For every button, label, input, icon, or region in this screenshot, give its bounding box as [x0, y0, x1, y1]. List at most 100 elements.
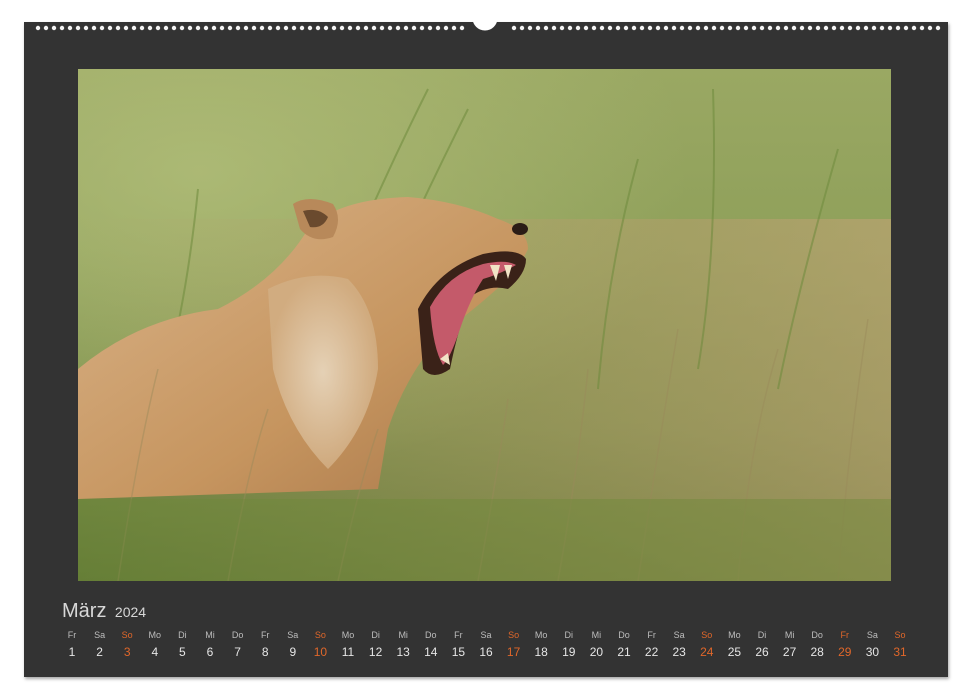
calendar-day: So 31 [886, 628, 914, 662]
calendar-day: Mo 25 [720, 628, 748, 662]
weekday-label: Sa [673, 630, 685, 640]
calendar-day: Mo 11 [334, 628, 362, 662]
day-number: 17 [506, 645, 521, 659]
binding-hole [107, 25, 113, 31]
binding-hole [767, 25, 773, 31]
weekday-label: Fr [67, 630, 77, 640]
calendar-day: Mo 18 [527, 628, 555, 662]
binding-hole [227, 25, 233, 31]
weekday-label: Mi [784, 630, 795, 640]
weekday-label: Sa [866, 630, 878, 640]
binding-hole [387, 25, 393, 31]
binding-hole [887, 25, 893, 31]
day-number: 24 [700, 645, 714, 659]
lioness-photo [78, 69, 891, 581]
binding-hole [187, 25, 193, 31]
binding-hole [807, 25, 813, 31]
binding-hole [639, 25, 645, 31]
binding-hole [895, 25, 901, 31]
day-number: 16 [479, 645, 493, 659]
binding-hole [411, 25, 417, 31]
day-number: 20 [589, 645, 604, 659]
binding-hole [663, 25, 669, 31]
weekday-label: So [701, 630, 713, 640]
day-number: 6 [206, 645, 214, 659]
day-number: 5 [179, 645, 186, 659]
binding-hole [711, 25, 717, 31]
binding-hole [427, 25, 433, 31]
day-number: 30 [865, 645, 880, 659]
hanger-hook-icon [472, 16, 498, 36]
calendar-day: Mi 13 [389, 628, 417, 662]
binding-hole [283, 25, 289, 31]
day-number: 29 [838, 645, 852, 659]
calendar-day: Sa 23 [665, 628, 693, 662]
binding-hole [83, 25, 89, 31]
binding-hole [395, 25, 401, 31]
binding-hole [147, 25, 153, 31]
binding-hole [543, 25, 549, 31]
day-number: 27 [782, 645, 797, 659]
binding-hole [419, 25, 425, 31]
weekday-label: Mi [205, 630, 215, 640]
binding-hole [823, 25, 829, 31]
weekday-label: Mo [148, 630, 162, 640]
calendar-day: Mo 4 [141, 628, 169, 662]
weekday-label: Mi [591, 630, 602, 640]
binding-hole [35, 25, 41, 31]
binding-hole [235, 25, 241, 31]
binding-hole [275, 25, 281, 31]
binding-hole [871, 25, 877, 31]
weekday-label: So [314, 630, 326, 640]
binding-hole [363, 25, 369, 31]
day-number: 15 [451, 645, 466, 659]
binding-hole [855, 25, 861, 31]
binding-hole [903, 25, 909, 31]
calendar-day: Fr 1 [58, 628, 86, 662]
binding-hole [567, 25, 573, 31]
binding-hole [927, 25, 933, 31]
calendar-day: Fr 8 [251, 628, 279, 662]
binding-hole [403, 25, 409, 31]
binding-hole [459, 25, 465, 31]
binding-hole [435, 25, 441, 31]
binding-hole [139, 25, 145, 31]
binding-hole [847, 25, 853, 31]
binding-hole [879, 25, 885, 31]
weekday-label: Di [178, 630, 187, 640]
binding-hole [791, 25, 797, 31]
binding-hole [799, 25, 805, 31]
binding-hole [599, 25, 605, 31]
day-number: 19 [562, 645, 576, 659]
binding-hole [559, 25, 565, 31]
day-number: 9 [289, 645, 297, 659]
weekday-label: Do [231, 630, 244, 640]
binding-hole [155, 25, 161, 31]
binding-hole [631, 25, 637, 31]
binding-hole [67, 25, 73, 31]
weekday-label: Do [811, 630, 823, 640]
calendar-day: Mi 20 [582, 628, 610, 662]
calendar-day: Do 7 [224, 628, 252, 662]
day-number: 8 [261, 645, 269, 659]
weekday-label: Sa [94, 630, 106, 640]
binding-hole [115, 25, 121, 31]
binding-hole [451, 25, 457, 31]
weekday-label: Fr [260, 630, 270, 640]
binding-hole [219, 25, 225, 31]
weekday-label: Fr [840, 630, 850, 640]
binding-hole [935, 25, 941, 31]
binding-hole [775, 25, 781, 31]
binding-hole [171, 25, 177, 31]
calendar-day: Mi 6 [196, 628, 224, 662]
day-number: 18 [534, 645, 548, 659]
weekday-label: Fr [647, 630, 656, 640]
month-year: 2024 [114, 604, 147, 620]
calendar-day: Do 14 [417, 628, 445, 662]
binding-hole [783, 25, 789, 31]
weekday-label: Do [425, 630, 437, 640]
calendar-day: So 17 [500, 628, 528, 662]
calendar-day: So 24 [693, 628, 721, 662]
binding-hole [331, 25, 337, 31]
binding-hole [43, 25, 49, 31]
